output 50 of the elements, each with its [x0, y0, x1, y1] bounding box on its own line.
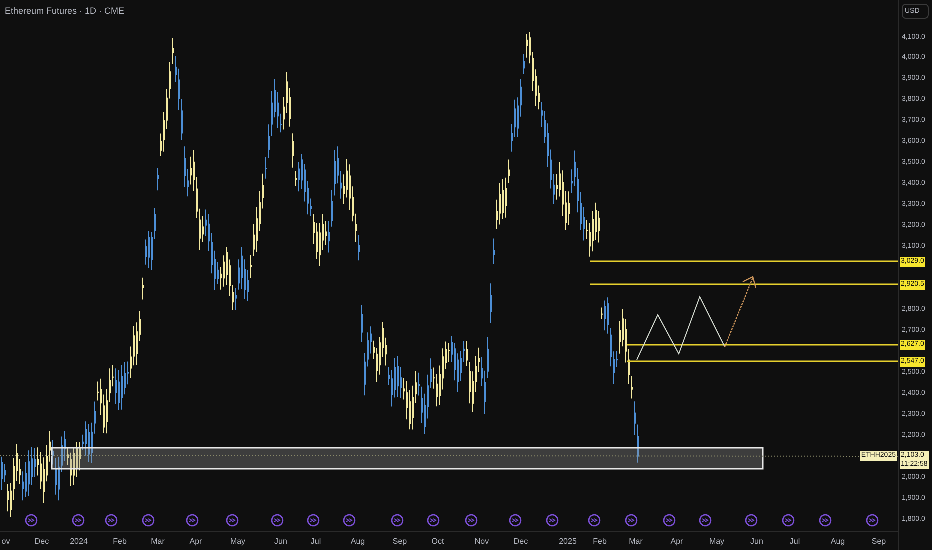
time-axis-label: Apr — [190, 536, 202, 548]
event-marker-icon[interactable] — [25, 514, 38, 527]
dashed-arrow[interactable] — [724, 276, 757, 348]
event-marker-icon[interactable] — [226, 514, 239, 527]
event-marker-icon[interactable] — [866, 514, 879, 527]
time-axis-label: Jul — [790, 536, 800, 548]
event-marker-icon[interactable] — [509, 514, 522, 527]
time-axis-label: May — [709, 536, 725, 548]
event-marker-icon[interactable] — [782, 514, 795, 527]
event-marker-icon[interactable] — [307, 514, 320, 527]
time-axis-label: May — [230, 536, 246, 548]
event-marker-icon[interactable] — [105, 514, 118, 527]
time-axis-label: Dec — [34, 536, 50, 548]
time-axis-label: Feb — [113, 536, 127, 548]
event-marker-icon[interactable] — [343, 514, 356, 527]
time-axis-label: Sep — [392, 536, 408, 548]
event-marker-icon[interactable] — [271, 514, 284, 527]
support-zone[interactable] — [51, 447, 764, 470]
time-axis-label: Sep — [872, 536, 886, 548]
time-axis-label: Aug — [830, 536, 846, 548]
time-axis-label: Dec — [514, 536, 528, 548]
event-marker-icon[interactable] — [186, 514, 199, 527]
event-marker-icon[interactable] — [427, 514, 440, 527]
event-marker-icon[interactable] — [625, 514, 638, 527]
chart-title: Ethereum Futures · 1D · CME — [5, 5, 125, 18]
event-marker-icon[interactable] — [391, 514, 404, 527]
time-axis-label: Feb — [593, 536, 607, 548]
time-axis-label: Mar — [629, 536, 643, 548]
event-marker-icon[interactable] — [465, 514, 478, 527]
time-axis-label: Nov — [474, 536, 490, 548]
time-axis-label: Mar — [151, 536, 165, 548]
event-marker-icon[interactable] — [663, 514, 676, 527]
event-marker-icon[interactable] — [819, 514, 832, 527]
event-marker-icon[interactable] — [546, 514, 559, 527]
time-axis-label: 2025 — [559, 536, 577, 548]
event-marker-icon[interactable] — [745, 514, 758, 527]
time-axis-label: Apr — [670, 536, 684, 548]
time-axis-label: Aug — [350, 536, 366, 548]
time-axis-label: Jun — [750, 536, 764, 548]
time-axis-label: Jul — [310, 536, 322, 548]
event-marker-icon[interactable] — [72, 514, 85, 527]
event-marker-icon[interactable] — [588, 514, 601, 527]
time-axis-label: Oct — [432, 536, 444, 548]
time-axis-label: Jun — [274, 536, 288, 548]
zigzag-projection-line[interactable] — [636, 296, 726, 360]
time-axis-label: ov — [2, 536, 10, 548]
time-axis-label: 2024 — [70, 536, 88, 548]
horizontal-level-line[interactable] — [590, 260, 898, 262]
event-marker-icon[interactable] — [699, 514, 712, 527]
event-marker-icon[interactable] — [142, 514, 155, 527]
